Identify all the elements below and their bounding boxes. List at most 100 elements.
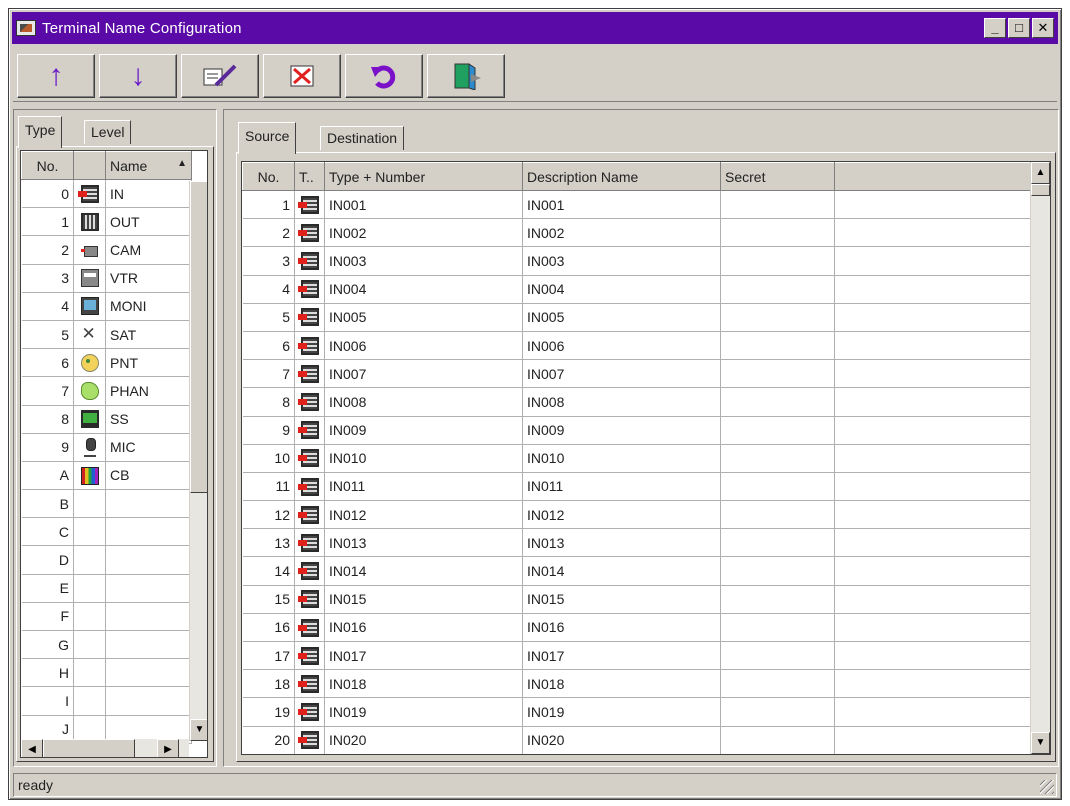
move-down-button[interactable]: ↓ (99, 54, 177, 98)
type-row[interactable]: 6 PNT (21, 348, 192, 378)
type-row[interactable]: E (21, 574, 192, 603)
source-secret[interactable] (720, 472, 835, 502)
col-no-header[interactable]: No. (21, 151, 74, 180)
source-secret[interactable] (720, 303, 835, 332)
source-description[interactable]: IN011 (522, 472, 721, 502)
type-row[interactable]: I (21, 686, 192, 716)
source-secret[interactable] (720, 246, 835, 276)
source-description[interactable]: IN004 (522, 275, 721, 304)
source-secret[interactable] (720, 359, 835, 389)
col-secret-header[interactable]: Secret (720, 162, 835, 191)
source-secret[interactable] (720, 331, 835, 361)
source-row[interactable]: 6 IN006 IN006 (242, 331, 1031, 361)
tab-level[interactable]: Level (84, 120, 132, 144)
source-vscrollbar[interactable]: ▲ ▼ (1030, 162, 1050, 754)
type-row[interactable]: 3 VTR (21, 264, 192, 293)
type-row[interactable]: B (21, 489, 192, 519)
source-secret[interactable] (720, 669, 835, 699)
col-icon-header[interactable] (73, 151, 106, 180)
source-row[interactable]: 20 IN020 IN020 (242, 726, 1031, 754)
type-row[interactable]: 7 PHAN (21, 376, 192, 406)
type-row[interactable]: F (21, 602, 192, 632)
source-secret[interactable] (720, 387, 835, 417)
exit-button[interactable] (427, 54, 505, 98)
tab-type[interactable]: Type (18, 116, 63, 148)
source-secret[interactable] (720, 528, 835, 558)
source-vscroll-thumb[interactable] (1031, 184, 1050, 196)
source-row[interactable]: 5 IN005 IN005 (242, 303, 1031, 332)
source-description[interactable]: IN003 (522, 246, 721, 276)
source-row[interactable]: 13 IN013 IN013 (242, 528, 1031, 558)
source-secret[interactable] (720, 444, 835, 473)
source-description[interactable]: IN013 (522, 528, 721, 558)
type-row[interactable]: 4 MONI (21, 292, 192, 321)
type-row[interactable]: 0 IN (21, 179, 192, 209)
source-description[interactable]: IN016 (522, 613, 721, 643)
source-secret[interactable] (720, 416, 835, 445)
source-row[interactable]: 7 IN007 IN007 (242, 359, 1031, 389)
source-row[interactable]: 18 IN018 IN018 (242, 669, 1031, 699)
resize-grip-icon[interactable] (1040, 780, 1054, 794)
type-row[interactable]: 1 OUT (21, 207, 192, 237)
undo-button[interactable] (345, 54, 423, 98)
title-bar[interactable]: Terminal Name Configuration _ □ ✕ (12, 12, 1058, 44)
source-secret[interactable] (720, 275, 835, 304)
type-scroll-down-button[interactable]: ▼ (190, 719, 207, 741)
minimize-button[interactable]: _ (984, 18, 1006, 38)
source-secret[interactable] (720, 190, 835, 220)
type-vscrollbar[interactable]: ▼ (189, 181, 207, 741)
source-row[interactable]: 12 IN012 IN012 (242, 500, 1031, 530)
source-row[interactable]: 4 IN004 IN004 (242, 275, 1031, 304)
type-row[interactable]: C (21, 517, 192, 547)
source-scroll-up-button[interactable]: ▲ (1031, 162, 1050, 184)
source-secret[interactable] (720, 218, 835, 248)
source-description[interactable]: IN002 (522, 218, 721, 248)
source-description[interactable]: IN018 (522, 669, 721, 699)
edit-button[interactable] (181, 54, 259, 98)
source-description[interactable]: IN010 (522, 444, 721, 473)
col-description-header[interactable]: Description Name (522, 162, 721, 191)
source-row[interactable]: 19 IN019 IN019 (242, 697, 1031, 727)
col-name-header[interactable]: Name ▲ (105, 151, 192, 180)
source-description[interactable]: IN017 (522, 641, 721, 671)
source-secret[interactable] (720, 641, 835, 671)
source-row[interactable]: 17 IN017 IN017 (242, 641, 1031, 671)
type-row[interactable]: 9 MIC (21, 433, 192, 462)
delete-button[interactable] (263, 54, 341, 98)
source-description[interactable]: IN012 (522, 500, 721, 530)
type-row[interactable]: A CB (21, 461, 192, 491)
type-vscroll-thumb[interactable] (190, 181, 207, 493)
source-description[interactable]: IN020 (522, 726, 721, 754)
source-secret[interactable] (720, 726, 835, 754)
tab-source[interactable]: Source (238, 122, 297, 154)
type-scroll-left-button[interactable]: ◀ (21, 739, 43, 757)
type-hscrollbar[interactable]: ◀ ▶ (21, 739, 189, 757)
source-row[interactable]: 11 IN011 IN011 (242, 472, 1031, 502)
source-row[interactable]: 16 IN016 IN016 (242, 613, 1031, 643)
source-secret[interactable] (720, 697, 835, 727)
source-description[interactable]: IN019 (522, 697, 721, 727)
type-row[interactable]: 5 SAT (21, 320, 192, 350)
maximize-button[interactable]: □ (1008, 18, 1030, 38)
type-row[interactable]: H (21, 658, 192, 688)
source-scroll-down-button[interactable]: ▼ (1031, 732, 1050, 754)
source-row[interactable]: 15 IN015 IN015 (242, 585, 1031, 614)
tab-destination[interactable]: Destination (320, 126, 405, 150)
col-type-number-header[interactable]: Type + Number (324, 162, 523, 191)
source-description[interactable]: IN005 (522, 303, 721, 332)
source-description[interactable]: IN006 (522, 331, 721, 361)
source-description[interactable]: IN007 (522, 359, 721, 389)
source-row[interactable]: 14 IN014 IN014 (242, 556, 1031, 586)
source-row[interactable]: 2 IN002 IN002 (242, 218, 1031, 248)
source-description[interactable]: IN014 (522, 556, 721, 586)
source-description[interactable]: IN015 (522, 585, 721, 614)
type-row[interactable]: 8 SS (21, 405, 192, 434)
source-row[interactable]: 3 IN003 IN003 (242, 246, 1031, 276)
source-row[interactable]: 9 IN009 IN009 (242, 416, 1031, 445)
source-secret[interactable] (720, 500, 835, 530)
type-hscroll-thumb[interactable] (43, 739, 135, 757)
source-row[interactable]: 1 IN001 IN001 (242, 190, 1031, 220)
type-row[interactable]: G (21, 630, 192, 660)
type-row[interactable]: D (21, 545, 192, 575)
source-description[interactable]: IN001 (522, 190, 721, 220)
